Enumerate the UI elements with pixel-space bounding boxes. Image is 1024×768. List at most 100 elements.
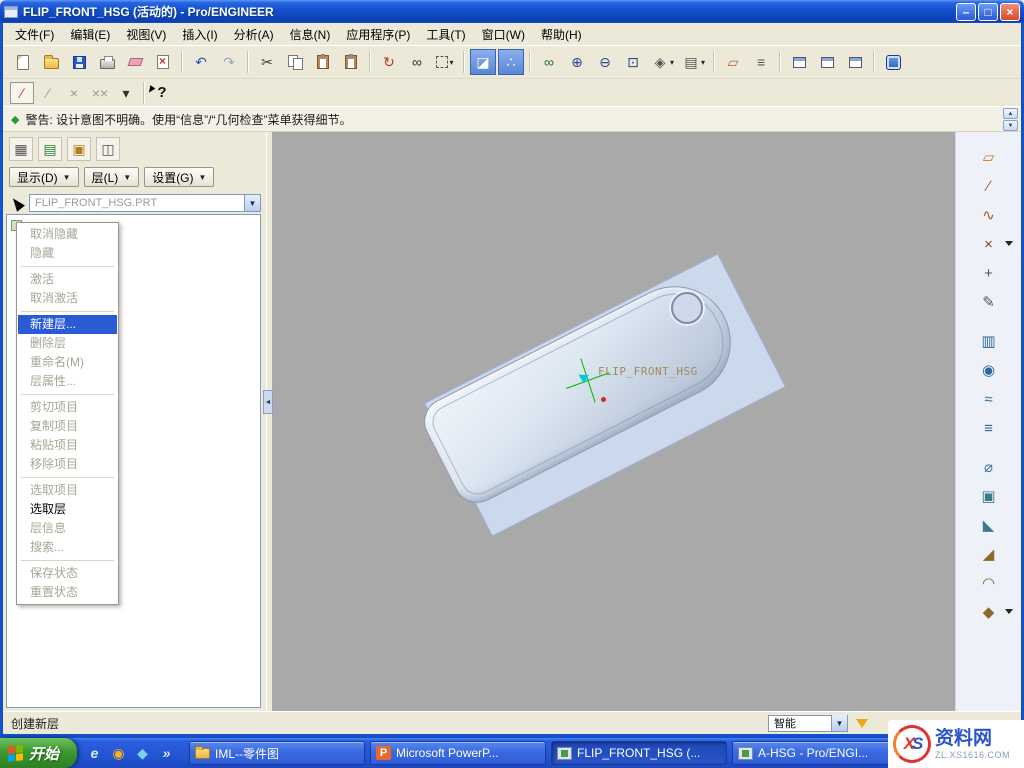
highlight-open-ends-toggle[interactable]: ∴ [498, 49, 524, 75]
datum-display-button[interactable]: ▱ [720, 49, 746, 75]
ie-launcher[interactable]: e [86, 745, 103, 762]
menubar-item-5[interactable]: 分析(A) [226, 23, 282, 46]
round-tool[interactable]: ◠ [977, 572, 1001, 594]
coordsys-tool[interactable]: + [977, 262, 1001, 284]
refit-button[interactable]: ⊡ [620, 49, 646, 75]
start-button[interactable]: 开始 [0, 738, 77, 768]
delete-segment-button[interactable]: × [62, 82, 86, 104]
open-file-icon [44, 58, 59, 69]
revolve-tool[interactable]: ◉ [977, 359, 1001, 381]
delete-file-button[interactable] [150, 49, 176, 75]
minimize-button[interactable]: – [956, 3, 976, 21]
show-menu-label: 显示(D) [17, 169, 58, 186]
title-bar[interactable]: FLIP_FRONT_HSG (活动的) - Pro/ENGINEER – □ … [0, 0, 1024, 23]
toolbar-separator [529, 51, 531, 73]
maximize-button[interactable]: □ [978, 3, 998, 21]
print-button[interactable] [94, 49, 120, 75]
regenerate-button[interactable]: ↻ [376, 49, 402, 75]
corner-tool-button[interactable]: ×× [88, 82, 112, 104]
sketch-tool[interactable]: ✎ [977, 291, 1001, 313]
context-help-button[interactable]: ? [150, 82, 174, 104]
model-combo[interactable]: FLIP_FRONT_HSG.PRT ▼ [29, 194, 261, 212]
menubar-item-8[interactable]: 工具(T) [418, 23, 473, 46]
divide-tool-button[interactable]: ∕ [36, 82, 60, 104]
highlight-open-ends-icon: ∴ [502, 53, 520, 71]
datum-axis-tool[interactable]: ∕ [977, 175, 1001, 197]
datum-point-tool[interactable]: × [977, 233, 1001, 255]
selection-filter-button[interactable]: ▾ [432, 49, 458, 75]
shell-tool[interactable]: ▣ [977, 485, 1001, 507]
hole-tool[interactable]: ⌀ [977, 456, 1001, 478]
combo-dropdown-button[interactable]: ▼ [831, 715, 847, 731]
menubar-item-1[interactable]: 文件(F) [7, 23, 62, 46]
settings-menu-button[interactable]: 设置(G) ▼ [144, 167, 214, 187]
menubar-item-4[interactable]: 插入(I) [174, 23, 225, 46]
redo-button[interactable]: ↷ [216, 49, 242, 75]
datum-curve-tool[interactable]: ∿ [977, 204, 1001, 226]
draft-tool[interactable]: ◢ [977, 543, 1001, 565]
tree-columns-button[interactable]: ▦ [9, 137, 33, 161]
shade-closed-loops-toggle[interactable]: ◪ [470, 49, 496, 75]
scroll-up-icon[interactable]: ▲ [1003, 108, 1018, 119]
paste-button[interactable] [310, 49, 336, 75]
zoom-out-button[interactable]: ⊖ [592, 49, 618, 75]
layers-list-button[interactable]: ▤ [38, 137, 62, 161]
filter-arrow-button[interactable] [853, 714, 871, 732]
window-wireframe-button[interactable] [786, 49, 812, 75]
menu-separator [21, 311, 114, 312]
cut-icon: ✂ [258, 53, 276, 71]
save-button[interactable] [66, 49, 92, 75]
new-file-button[interactable] [10, 49, 36, 75]
menubar-item-7[interactable]: 应用程序(P) [338, 23, 418, 46]
context-menu-item[interactable]: 新建层... [18, 315, 117, 334]
taskbar-task-4[interactable]: A-HSG - Pro/ENGI... [732, 741, 908, 765]
windows-button[interactable]: ◫ [96, 137, 120, 161]
datum-plane-tool[interactable]: ▱ [977, 146, 1001, 168]
sketch-icon: ✎ [982, 293, 995, 311]
scroll-down-icon[interactable]: ▼ [1003, 120, 1018, 131]
zoom-in-button[interactable]: ⊕ [564, 49, 590, 75]
combo-dropdown-button[interactable]: ▼ [244, 195, 260, 211]
active-window-button[interactable] [880, 49, 906, 75]
undo-button[interactable]: ↶ [188, 49, 214, 75]
taskbar-task-3[interactable]: FLIP_FRONT_HSG (... [551, 741, 727, 765]
show-menu-button[interactable]: 显示(D) ▼ [9, 167, 79, 187]
paste-special-button[interactable] [338, 49, 364, 75]
model-hinge-hole [671, 292, 703, 324]
menubar-item-10[interactable]: 帮助(H) [533, 23, 590, 46]
window-hiddenline-button[interactable] [814, 49, 840, 75]
menubar-item-6[interactable]: 信息(N) [282, 23, 339, 46]
menubar-item-9[interactable]: 窗口(W) [474, 23, 533, 46]
overflow-chevron[interactable]: » [158, 745, 175, 762]
layer-folder-button[interactable]: ▣ [67, 137, 91, 161]
messenger-launcher[interactable]: ◆ [134, 745, 151, 762]
selection-filter-combo[interactable]: 智能 ▼ [768, 715, 848, 732]
saved-views-button[interactable]: ▤▾ [679, 49, 708, 75]
blend-tool[interactable]: ≡ [977, 417, 1001, 439]
graphics-viewport[interactable]: FLIP_FRONT_HSG [272, 132, 955, 711]
rib-tool[interactable]: ◣ [977, 514, 1001, 536]
cut-button[interactable]: ✂ [254, 49, 280, 75]
layers-button[interactable]: ≡ [748, 49, 774, 75]
chamfer-tool[interactable]: ◆ [977, 601, 1001, 623]
layer-menu-button[interactable]: 层(L) ▼ [84, 167, 140, 187]
overlap-geometry-button[interactable]: ∞ [536, 49, 562, 75]
extrude-tool[interactable]: ▥ [977, 330, 1001, 352]
sketch-flyout-button[interactable]: ▾ [114, 82, 138, 104]
erase-display-button[interactable] [122, 49, 148, 75]
close-button[interactable]: × [1000, 3, 1020, 21]
find-button[interactable]: ∞ [404, 49, 430, 75]
context-menu-item[interactable]: 选取层 [18, 500, 117, 519]
panel-collapse-button[interactable]: ◄ [263, 390, 273, 414]
taskbar-task-1[interactable]: IML--零件图 [189, 741, 365, 765]
taskbar-task-2[interactable]: PMicrosoft PowerP... [370, 741, 546, 765]
sweep-tool[interactable]: ≈ [977, 388, 1001, 410]
menubar-item-2[interactable]: 编辑(E) [62, 23, 118, 46]
media-player-launcher[interactable]: ◉ [110, 745, 127, 762]
copy-button[interactable] [282, 49, 308, 75]
reorient-button[interactable]: ◈▾ [648, 49, 677, 75]
window-shaded-button[interactable] [842, 49, 868, 75]
line-tool-button[interactable]: ∕ [10, 82, 34, 104]
menubar-item-3[interactable]: 视图(V) [118, 23, 174, 46]
open-file-button[interactable] [38, 49, 64, 75]
